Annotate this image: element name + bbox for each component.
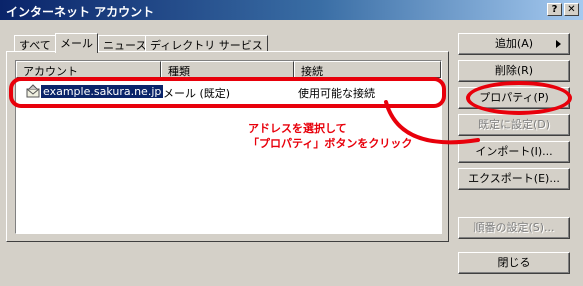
submenu-arrow-icon xyxy=(556,40,561,48)
add-button-label: 追加(A) xyxy=(494,37,534,50)
title-bar: インターネット アカウント ? ✕ xyxy=(0,0,583,20)
table-row[interactable]: example.sakura.ne.jp メール (既定) 使用可能な接続 xyxy=(16,84,441,100)
tab-all[interactable]: すべて xyxy=(14,35,56,52)
mail-account-icon xyxy=(26,84,40,98)
annotation-text: アドレスを選択して 「プロパティ」ボタンをクリック xyxy=(248,121,412,151)
order-settings-button[interactable]: 順番の設定(S)... xyxy=(458,217,570,239)
tab-news[interactable]: ニュース xyxy=(98,35,152,52)
export-button[interactable]: エクスポート(E)... xyxy=(458,168,570,190)
column-header-type[interactable]: 種類 xyxy=(161,61,294,78)
close-button[interactable]: 閉じる xyxy=(458,252,570,274)
annotation-line-2: 「プロパティ」ボタンをクリック xyxy=(248,137,413,150)
window-title: インターネット アカウント xyxy=(6,5,155,19)
account-name[interactable]: example.sakura.ne.jp xyxy=(41,85,164,98)
annotation-line-1: アドレスを選択して xyxy=(248,122,347,135)
close-window-button[interactable]: ✕ xyxy=(564,3,579,16)
account-connection: 使用可能な接続 xyxy=(298,87,375,100)
column-header-connection[interactable]: 接続 xyxy=(294,61,441,78)
add-button[interactable]: 追加(A) xyxy=(458,33,570,55)
help-button[interactable]: ? xyxy=(547,3,562,16)
account-type: メール (既定) xyxy=(163,87,231,100)
delete-button[interactable]: 削除(R) xyxy=(458,60,570,82)
tab-directory-service[interactable]: ディレクトリ サービス xyxy=(145,35,268,52)
column-header-account[interactable]: アカウント xyxy=(16,61,161,78)
tab-mail[interactable]: メール xyxy=(55,33,98,53)
